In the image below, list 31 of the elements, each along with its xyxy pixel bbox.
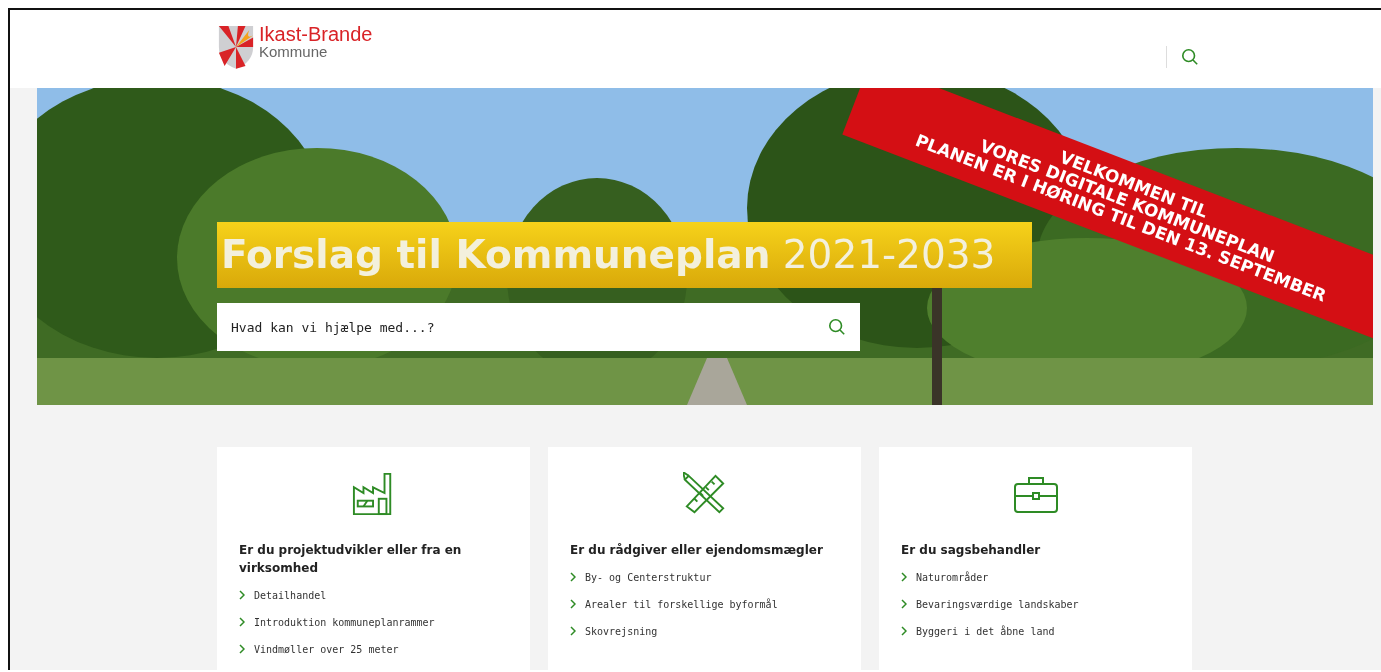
search-field[interactable]: Hvad kan vi hjælpe med...? — [217, 303, 860, 351]
topic-link[interactable]: Skovrejsning — [570, 625, 658, 637]
search-icon — [1181, 48, 1199, 66]
topic-link[interactable]: Introduktion kommuneplanrammer — [239, 616, 435, 628]
shield-logo-icon — [217, 24, 255, 70]
topic-link[interactable]: Arealer til forskellige byformål — [570, 598, 778, 610]
topic-link[interactable]: By- og Centerstruktur — [570, 571, 712, 583]
chevron-icon — [570, 599, 576, 609]
chevron-icon — [901, 626, 907, 636]
chevron-icon — [901, 599, 907, 609]
logo-subtitle: Kommune — [259, 44, 329, 59]
pencil-ruler-icon — [682, 472, 727, 516]
topic-link[interactable]: Bevaringsværdige landskaber — [901, 598, 1079, 610]
topic-link[interactable]: Vindmøller over 25 meter — [239, 643, 399, 655]
topic-link[interactable]: Byggeri i det åbne land — [901, 625, 1055, 637]
topic-link[interactable]: Detailhandel — [239, 589, 327, 601]
chevron-icon — [239, 590, 245, 600]
topic-link[interactable]: Naturområder — [901, 571, 989, 583]
search-icon — [828, 318, 846, 336]
chevron-icon — [239, 617, 245, 627]
title-banner: Forslag til Kommuneplan 2021-2033 — [217, 222, 1032, 288]
chevron-icon — [239, 644, 245, 654]
card-heading: Er du rådgiver eller ejendomsmægler — [570, 542, 824, 559]
chevron-icon — [901, 572, 907, 582]
card-heading: Er du projektudvikler eller fra en virksomhed — [239, 542, 463, 577]
card-heading: Er du sagsbehandler — [901, 542, 1042, 559]
briefcase-icon — [1012, 474, 1059, 514]
search-button[interactable] — [1179, 46, 1201, 68]
chevron-icon — [570, 572, 576, 582]
logo-name: Ikast-Brande — [259, 24, 373, 44]
chevron-icon — [570, 626, 576, 636]
